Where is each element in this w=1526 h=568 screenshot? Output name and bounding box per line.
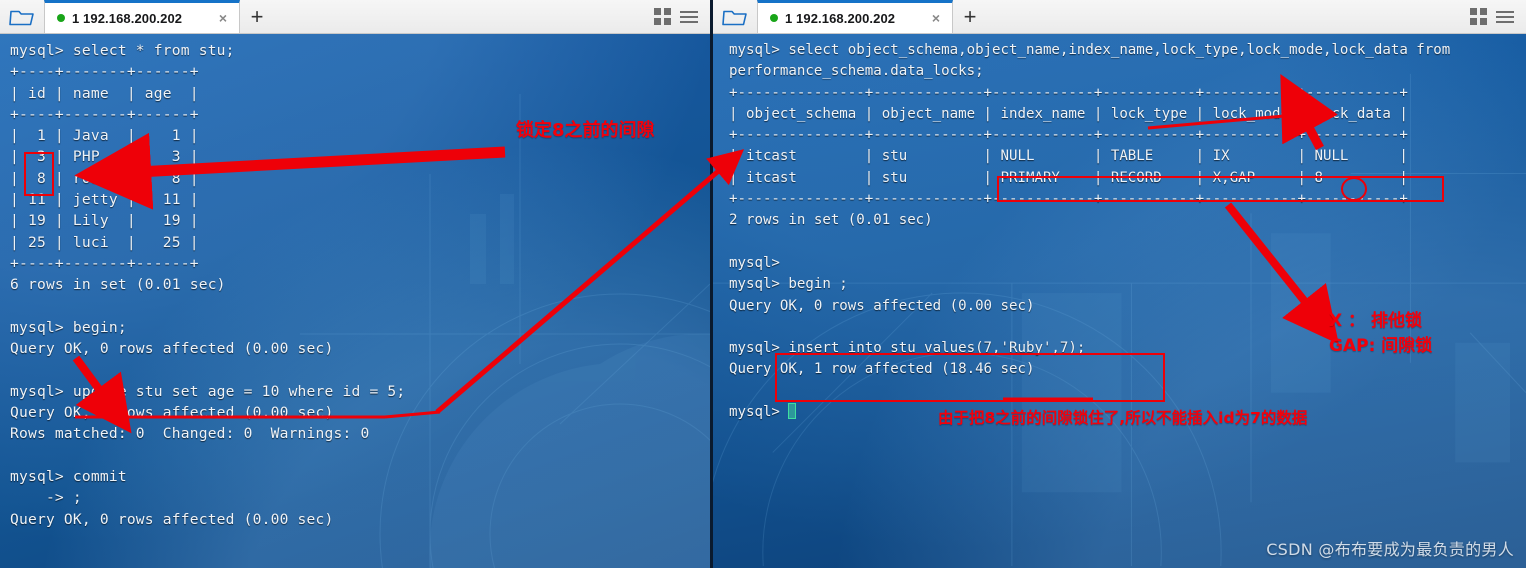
- right-terminal-text: mysql> select object_schema,object_name,…: [729, 42, 1451, 421]
- screenshot-root: 1 192.168.200.202 × + mysql> select * fr…: [0, 0, 1526, 568]
- tab-label: 1 192.168.200.202: [72, 10, 183, 26]
- left-terminal-pane: 1 192.168.200.202 × + mysql> select * fr…: [0, 0, 710, 568]
- grid-view-icon[interactable]: [1470, 8, 1487, 25]
- left-toolbar: [654, 0, 710, 33]
- folder-icon[interactable]: [713, 0, 757, 33]
- grid-view-icon[interactable]: [654, 8, 671, 25]
- connection-status-dot: [770, 14, 778, 22]
- hamburger-menu-icon[interactable]: [680, 10, 698, 23]
- right-terminal-output: mysql> select object_schema,object_name,…: [713, 34, 1526, 423]
- right-terminal-body[interactable]: mysql> select object_schema,object_name,…: [713, 34, 1526, 568]
- folder-icon[interactable]: [0, 0, 44, 33]
- csdn-watermark: CSDN @布布要成为最负责的男人: [1266, 540, 1514, 559]
- new-tab-button[interactable]: +: [240, 0, 274, 33]
- close-icon[interactable]: ×: [928, 11, 944, 25]
- right-tab-bar: 1 192.168.200.202 × +: [713, 0, 1526, 34]
- left-terminal-output: mysql> select * from stu; +----+-------+…: [10, 42, 406, 528]
- cursor-block: [788, 403, 797, 420]
- hamburger-menu-icon[interactable]: [1496, 10, 1514, 23]
- close-icon[interactable]: ×: [215, 11, 231, 25]
- right-toolbar: [1470, 0, 1526, 33]
- tab-label: 1 192.168.200.202: [785, 10, 896, 26]
- connection-status-dot: [57, 14, 65, 22]
- right-terminal-pane: 1 192.168.200.202 × + mysql> select obje…: [710, 0, 1526, 568]
- tab-192-168-200-202-right[interactable]: 1 192.168.200.202 ×: [757, 0, 953, 33]
- new-tab-button[interactable]: +: [953, 0, 987, 33]
- left-tab-bar: 1 192.168.200.202 × +: [0, 0, 710, 34]
- tab-192-168-200-202-left[interactable]: 1 192.168.200.202 ×: [44, 0, 240, 33]
- left-terminal-body[interactable]: mysql> select * from stu; +----+-------+…: [0, 34, 710, 568]
